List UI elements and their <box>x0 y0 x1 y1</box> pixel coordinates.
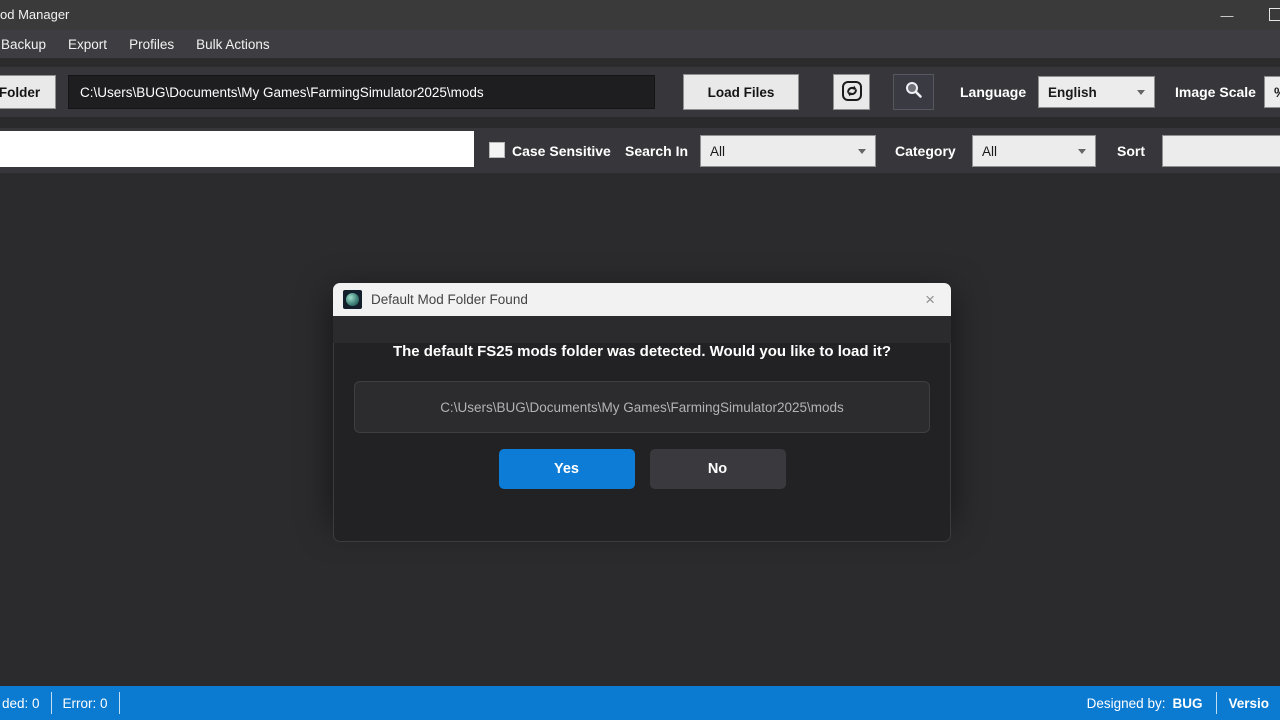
case-sensitive-label: Case Sensitive <box>512 128 611 173</box>
designed-by: Designed by: BUG <box>1073 696 1217 711</box>
refresh-button[interactable] <box>833 74 870 110</box>
yes-button[interactable]: Yes <box>499 449 635 489</box>
app-logo-icon <box>343 290 362 309</box>
loaded-count: ded: 0 <box>0 696 51 711</box>
separator <box>0 117 1280 128</box>
language-label: Language <box>960 67 1026 117</box>
select-folder-button[interactable]: Folder <box>0 75 56 109</box>
status-left: ded: 0 Error: 0 <box>0 686 120 720</box>
menu-item-bulk-actions[interactable]: Bulk Actions <box>185 30 281 58</box>
search-in-value: All <box>710 144 725 159</box>
dialog-buttons: Yes No <box>334 449 950 489</box>
minimize-button[interactable]: — <box>1204 0 1250 30</box>
load-files-button[interactable]: Load Files <box>683 74 799 110</box>
image-scale-select[interactable]: % <box>1264 76 1280 108</box>
dialog-body: The default FS25 mods folder was detecte… <box>333 343 951 542</box>
maximize-button[interactable] <box>1269 8 1280 21</box>
dialog-title: Default Mod Folder Found <box>371 292 528 307</box>
language-select[interactable]: English <box>1038 76 1155 108</box>
mod-folder-path-field[interactable]: C:\Users\BUG\Documents\My Games\FarmingS… <box>68 75 655 109</box>
menu-item-backup[interactable]: Backup <box>0 30 57 58</box>
chevron-down-icon <box>858 149 866 154</box>
category-select[interactable]: All <box>972 135 1096 167</box>
minimize-icon: — <box>1221 8 1234 23</box>
filter-row: Case Sensitive Search In All Category Al… <box>0 128 1280 173</box>
dialog-close-button[interactable]: × <box>919 289 941 310</box>
window-title: od Manager <box>0 7 69 22</box>
dialog-titlebar: Default Mod Folder Found × <box>333 283 951 316</box>
menu-item-export[interactable]: Export <box>57 30 118 58</box>
error-count: Error: 0 <box>52 696 119 711</box>
window-titlebar: od Manager — <box>0 0 1280 30</box>
version-text: Versio <box>1217 696 1280 711</box>
menu-item-profiles[interactable]: Profiles <box>118 30 185 58</box>
status-bar: ded: 0 Error: 0 Designed by: BUG Versio <box>0 686 1280 720</box>
dialog-message: The default FS25 mods folder was detecte… <box>334 343 950 360</box>
no-button[interactable]: No <box>650 449 786 489</box>
search-button[interactable] <box>893 74 934 110</box>
designed-by-value: BUG <box>1172 696 1202 711</box>
dialog-detected-path: C:\Users\BUG\Documents\My Games\FarmingS… <box>354 381 930 433</box>
menu-bar: Backup Export Profiles Bulk Actions <box>0 30 1280 58</box>
case-sensitive-checkbox[interactable] <box>489 142 505 158</box>
search-in-select[interactable]: All <box>700 135 876 167</box>
sort-label: Sort <box>1117 128 1145 173</box>
image-scale-value: % <box>1274 85 1280 100</box>
category-value: All <box>982 144 997 159</box>
refresh-icon <box>841 80 863 105</box>
designed-by-label: Designed by: <box>1087 696 1166 711</box>
toolbar: Folder C:\Users\BUG\Documents\My Games\F… <box>0 67 1280 117</box>
status-separator <box>119 692 120 714</box>
magnifier-icon <box>904 80 924 105</box>
image-scale-label: Image Scale <box>1175 67 1256 117</box>
search-input[interactable] <box>0 131 474 167</box>
default-mod-folder-dialog: Default Mod Folder Found × The default F… <box>333 283 951 515</box>
chevron-down-icon <box>1078 149 1086 154</box>
sort-select[interactable] <box>1162 135 1280 167</box>
status-right: Designed by: BUG Versio <box>1073 686 1280 720</box>
search-in-label: Search In <box>625 128 688 173</box>
chevron-down-icon <box>1137 90 1145 95</box>
category-label: Category <box>895 128 956 173</box>
separator <box>0 58 1280 67</box>
language-value: English <box>1048 85 1097 100</box>
